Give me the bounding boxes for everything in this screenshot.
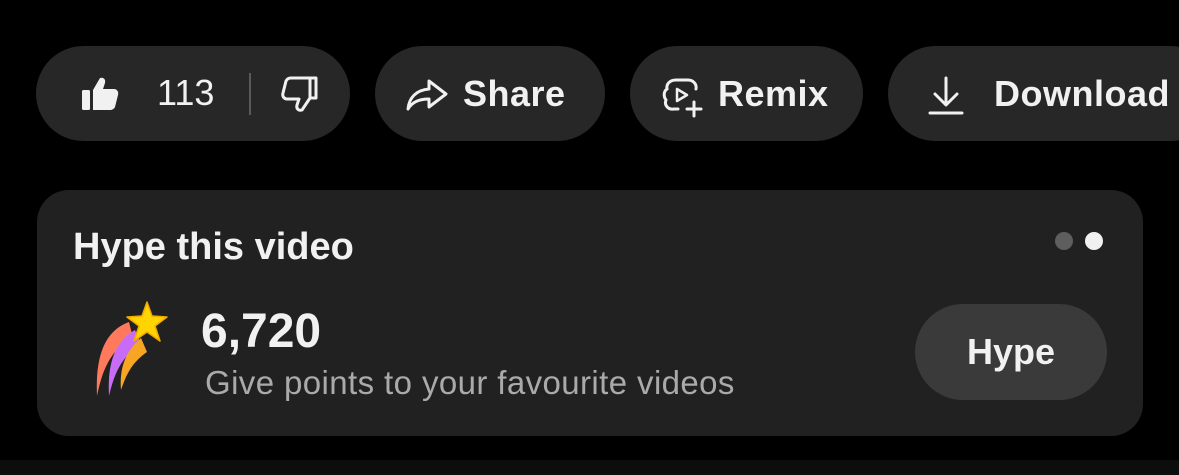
hype-card-title: Hype this video — [73, 226, 354, 268]
action-buttons-row: 113 Share Remix Download — [36, 46, 1179, 142]
hype-subtitle: Give points to your favourite videos — [205, 364, 735, 401]
dislike-button[interactable] — [254, 46, 350, 141]
thumbs-up-icon — [80, 76, 120, 112]
remix-button[interactable]: Remix — [630, 46, 863, 141]
remix-icon — [660, 74, 704, 118]
share-button[interactable]: Share — [375, 46, 605, 141]
bottom-divider — [0, 460, 1179, 475]
hype-points: 6,720 — [201, 305, 322, 358]
like-dislike-pill: 113 — [36, 46, 350, 141]
hype-button[interactable]: Hype — [915, 304, 1107, 400]
hype-card: Hype this video 6,720 Give points to you… — [37, 190, 1143, 436]
pager-dot-active[interactable] — [1085, 232, 1103, 250]
remix-label: Remix — [718, 73, 829, 114]
like-dislike-divider — [249, 73, 251, 115]
card-pager-dots — [1055, 232, 1103, 250]
video-actions-screen: 113 Share Remix Download Hype this video… — [0, 0, 1179, 475]
pager-dot[interactable] — [1055, 232, 1073, 250]
download-label: Download — [994, 73, 1170, 114]
share-arrow-icon — [405, 78, 449, 112]
like-count: 113 — [157, 72, 215, 113]
download-button[interactable]: Download — [888, 46, 1179, 141]
thumbs-down-icon — [280, 76, 320, 112]
share-label: Share — [463, 73, 566, 114]
shooting-star-icon — [89, 300, 173, 405]
download-icon — [928, 76, 964, 116]
like-button[interactable]: 113 — [36, 46, 246, 141]
